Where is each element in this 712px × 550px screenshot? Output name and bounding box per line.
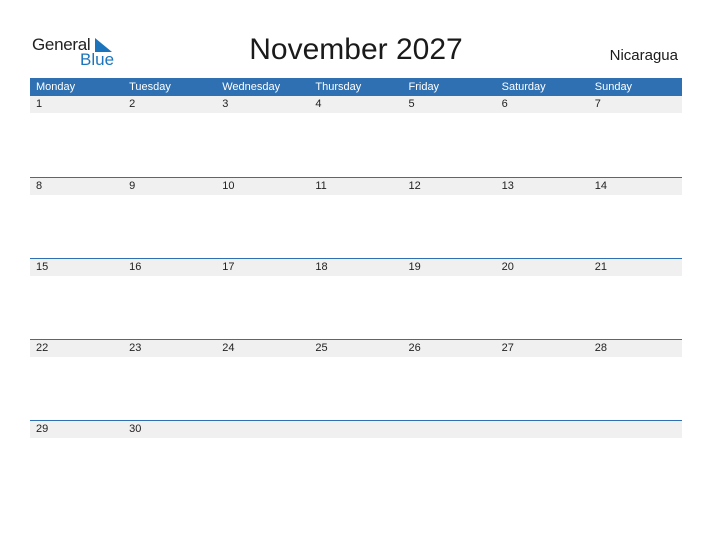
week-row: 22 23 24 25 26 27 28 bbox=[30, 339, 682, 420]
day-cell bbox=[216, 421, 309, 438]
day-cell bbox=[403, 421, 496, 438]
day-cell: 5 bbox=[408, 98, 415, 110]
weekday-header: Monday Tuesday Wednesday Thursday Friday… bbox=[30, 78, 682, 96]
page-title: November 2027 bbox=[249, 33, 463, 66]
weekday-thursday: Thursday bbox=[315, 81, 362, 93]
day-cell: 15 bbox=[36, 261, 49, 273]
day-number-row: 15 16 17 18 19 20 21 bbox=[30, 259, 682, 276]
day-cell: 6 bbox=[501, 98, 508, 110]
day-cell: 13 bbox=[501, 180, 514, 192]
day-number-row: 1 2 3 4 5 6 7 bbox=[30, 96, 682, 113]
day-cell: 3 bbox=[222, 98, 229, 110]
day-cell: 8 bbox=[36, 180, 43, 192]
day-cell: 2 bbox=[129, 98, 136, 110]
day-cell: 23 bbox=[129, 342, 142, 354]
day-cell: 28 bbox=[594, 342, 607, 354]
week-row: 29 30 bbox=[30, 420, 682, 501]
day-number-row: 22 23 24 25 26 27 28 bbox=[30, 340, 682, 357]
day-cell: 12 bbox=[408, 180, 421, 192]
day-number-row: 29 30 bbox=[30, 421, 682, 438]
week-row: 8 9 10 11 12 13 14 bbox=[30, 177, 682, 258]
calendar-grid: Monday Tuesday Wednesday Thursday Friday… bbox=[30, 78, 682, 501]
day-cell: 20 bbox=[501, 261, 514, 273]
weekday-monday: Monday bbox=[36, 81, 76, 93]
day-cell: 27 bbox=[501, 342, 514, 354]
day-cell: 11 bbox=[315, 180, 327, 192]
day-cell: 30 bbox=[129, 423, 142, 435]
day-cell: 18 bbox=[315, 261, 328, 273]
day-cell: 26 bbox=[408, 342, 421, 354]
day-cell bbox=[309, 421, 402, 438]
weekday-wednesday: Wednesday bbox=[222, 81, 281, 93]
weekday-saturday: Saturday bbox=[501, 81, 546, 93]
day-cell: 25 bbox=[315, 342, 328, 354]
day-cell: 4 bbox=[315, 98, 322, 110]
weekday-friday: Friday bbox=[408, 81, 440, 93]
week-row: 15 16 17 18 19 20 21 bbox=[30, 258, 682, 339]
day-cell: 24 bbox=[222, 342, 235, 354]
weekday-tuesday: Tuesday bbox=[129, 81, 171, 93]
day-cell: 21 bbox=[594, 261, 607, 273]
day-cell: 29 bbox=[36, 423, 49, 435]
country-label: Nicaragua bbox=[609, 47, 678, 64]
day-cell: 10 bbox=[222, 180, 235, 192]
day-cell bbox=[589, 421, 682, 438]
day-cell: 19 bbox=[408, 261, 421, 273]
weekday-sunday: Sunday bbox=[594, 81, 633, 93]
day-cell: 17 bbox=[222, 261, 235, 273]
day-cell: 22 bbox=[36, 342, 49, 354]
day-cell: 1 bbox=[36, 98, 43, 110]
day-cell: 9 bbox=[129, 180, 136, 192]
day-cell bbox=[496, 421, 589, 438]
day-cell: 7 bbox=[594, 98, 601, 110]
day-cell: 14 bbox=[594, 180, 607, 192]
day-number-row: 8 9 10 11 12 13 14 bbox=[30, 178, 682, 195]
week-row: 1 2 3 4 5 6 7 bbox=[30, 96, 682, 177]
day-cell: 16 bbox=[129, 261, 142, 273]
